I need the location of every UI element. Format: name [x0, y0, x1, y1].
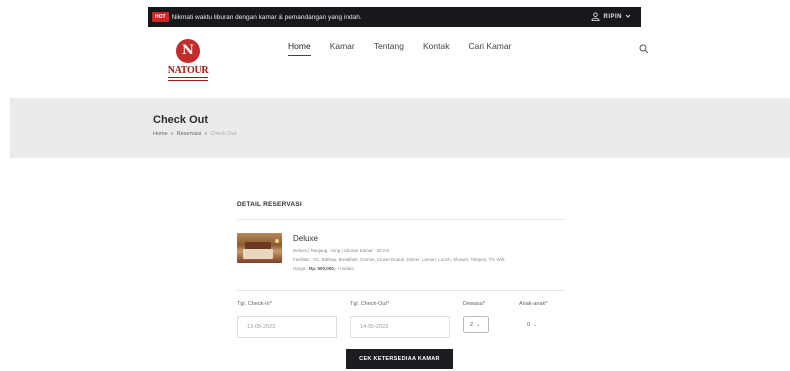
promo-text: Nikmati waktu liburan dengan kamar & pem… [171, 13, 362, 21]
hot-badge: HOT [152, 12, 169, 22]
divider [237, 219, 565, 220]
room-price-line: Harga : Rp. 500,000,- / malam [293, 264, 563, 273]
room-details: Deluxe | Ranjang : King | Ukuran Kamar :… [293, 246, 563, 273]
nav-kontak[interactable]: Kontak [423, 41, 449, 56]
dewasa-value: 2 [470, 321, 474, 328]
room-name: Deluxe [293, 234, 318, 243]
breadcrumb-separator: » [204, 131, 208, 137]
chevron-down-icon [622, 13, 631, 21]
nav-cari-kamar[interactable]: Cari Kamar [468, 41, 511, 56]
chevron-down-icon: ⌄ [476, 321, 481, 328]
anak-value: 0 [527, 321, 531, 328]
user-icon [591, 11, 603, 23]
section-title: DETAIL RESERVASI [237, 201, 302, 208]
nav-tentang[interactable]: Tentang [374, 41, 404, 56]
price-value: Rp. 500,000,- [309, 266, 337, 271]
room-image [237, 233, 282, 263]
breadcrumb-home[interactable]: Home [153, 131, 168, 137]
logo-text: NATOUR [167, 65, 209, 76]
price-unit: / malam [337, 266, 354, 271]
anak-label: Anak-anak* [519, 301, 548, 307]
breadcrumb: Home » Reservasi » Check Out [153, 131, 236, 137]
checkout-input[interactable]: 14-05-2023 [350, 316, 450, 338]
price-label: Harga : [293, 266, 308, 271]
page-banner [10, 98, 790, 158]
top-bar-inner: HOT Nikmati waktu liburan dengan kamar &… [148, 7, 641, 27]
chevron-down-icon: ⌄ [533, 321, 538, 328]
checkout-label: Tgl. Check-Out* [350, 301, 390, 307]
search-icon[interactable] [639, 41, 649, 54]
top-bar: HOT Nikmati waktu liburan dengan kamar &… [0, 0, 790, 27]
breadcrumb-current: Check Out [210, 131, 237, 137]
header: N NATOUR Home Kamar Tentang Kontak Cari … [0, 27, 790, 97]
nav-home[interactable]: Home [288, 41, 311, 56]
main-nav: Home Kamar Tentang Kontak Cari Kamar [288, 41, 511, 56]
dewasa-label: Dewasa* [463, 301, 486, 307]
breadcrumb-separator: » [170, 131, 174, 137]
nav-kamar[interactable]: Kamar [330, 41, 355, 56]
user-menu[interactable]: RIPIN [591, 11, 631, 23]
logo-mark: N [176, 39, 200, 63]
anak-select[interactable]: 0 ⌄ [521, 316, 545, 333]
check-availability-button[interactable]: CEK KETERSEDIAA KAMAR [346, 349, 453, 369]
promo: HOT Nikmati waktu liburan dengan kamar &… [152, 12, 362, 22]
room-type-line: Deluxe | Ranjang : King | Ukuran Kamar :… [293, 248, 390, 253]
dewasa-select[interactable]: 2 ⌄ [463, 316, 489, 333]
checkin-input[interactable]: 13-05-2023 [237, 316, 337, 338]
checkin-label: Tgl. Check-In* [237, 301, 272, 307]
breadcrumb-reservasi[interactable]: Reservasi [177, 131, 201, 137]
user-name: RIPIN [603, 14, 622, 20]
logo[interactable]: N NATOUR [165, 39, 211, 91]
logo-underline [168, 77, 208, 81]
page-title: Check Out [153, 114, 209, 126]
room-facilities-line: Fasilitas : AC, Bathup, Breakfast, Cermi… [293, 257, 506, 262]
divider [237, 290, 565, 291]
